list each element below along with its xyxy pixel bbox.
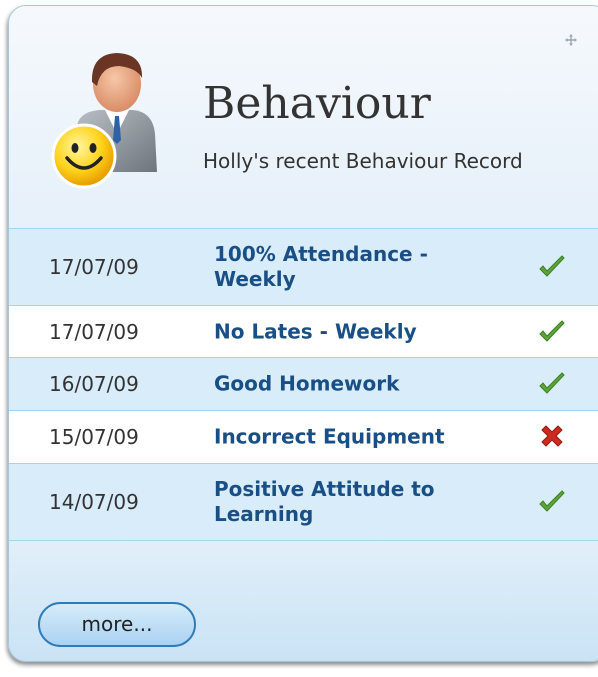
record-row[interactable]: 17/07/09 No Lates - Weekly xyxy=(9,306,598,358)
checkmark-icon xyxy=(539,372,565,394)
checkmark-icon xyxy=(539,490,565,512)
record-row[interactable]: 15/07/09 Incorrect Equipment xyxy=(9,411,598,464)
record-date: 17/07/09 xyxy=(49,319,139,344)
record-name[interactable]: 100% Attendance - Weekly xyxy=(214,242,504,292)
behaviour-widget: Behaviour Holly's recent Behaviour Recor… xyxy=(8,5,598,662)
record-name[interactable]: No Lates - Weekly xyxy=(214,319,504,344)
record-date: 16/07/09 xyxy=(49,372,139,396)
record-date: 15/07/09 xyxy=(49,425,139,449)
checkmark-icon xyxy=(539,255,565,277)
record-name[interactable]: Positive Attitude to Learning xyxy=(214,477,504,527)
record-row[interactable]: 17/07/09 100% Attendance - Weekly xyxy=(9,228,598,306)
cross-icon xyxy=(541,425,563,447)
widget-subtitle: Holly's recent Behaviour Record xyxy=(203,149,523,173)
record-name[interactable]: Incorrect Equipment xyxy=(214,425,504,450)
behaviour-record-list: 17/07/09 100% Attendance - Weekly 17/07/… xyxy=(9,228,598,541)
record-row[interactable]: 16/07/09 Good Homework xyxy=(9,358,598,411)
checkmark-icon xyxy=(539,319,565,342)
more-button[interactable]: more... xyxy=(38,602,196,647)
user-with-smiley-icon xyxy=(51,53,157,189)
record-date: 17/07/09 xyxy=(49,255,139,279)
widget-title: Behaviour xyxy=(203,78,431,129)
record-row[interactable]: 14/07/09 Positive Attitude to Learning xyxy=(9,464,598,541)
record-date: 14/07/09 xyxy=(49,490,139,514)
move-icon[interactable] xyxy=(565,34,577,46)
record-name[interactable]: Good Homework xyxy=(214,372,504,397)
